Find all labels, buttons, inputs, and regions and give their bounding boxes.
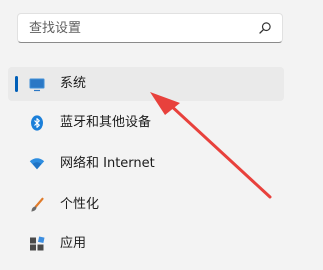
sidebar-item-label: 应用 (60, 236, 87, 251)
selection-indicator (15, 76, 18, 92)
search-icon[interactable] (258, 21, 272, 35)
search-box[interactable] (17, 13, 283, 43)
display-icon (29, 78, 45, 92)
sidebar-item-network[interactable]: 网络和 Internet (8, 147, 284, 181)
sidebar-item-bluetooth[interactable]: 蓝牙和其他设备 (8, 106, 284, 140)
sidebar-item-label: 网络和 Internet (60, 156, 155, 171)
sidebar-item-label: 蓝牙和其他设备 (60, 115, 152, 130)
sidebar-item-label: 系统 (60, 76, 87, 91)
sidebar-item-personalization[interactable]: 个性化 (8, 188, 284, 222)
bluetooth-icon (31, 115, 43, 131)
apps-icon (30, 236, 45, 251)
brush-icon (31, 197, 44, 212)
sidebar-item-system[interactable]: 系统 (8, 67, 284, 101)
sidebar-item-label: 个性化 (60, 197, 100, 212)
wifi-icon (29, 158, 45, 170)
search-input[interactable] (18, 14, 259, 42)
sidebar-item-apps[interactable]: 应用 (8, 227, 284, 261)
